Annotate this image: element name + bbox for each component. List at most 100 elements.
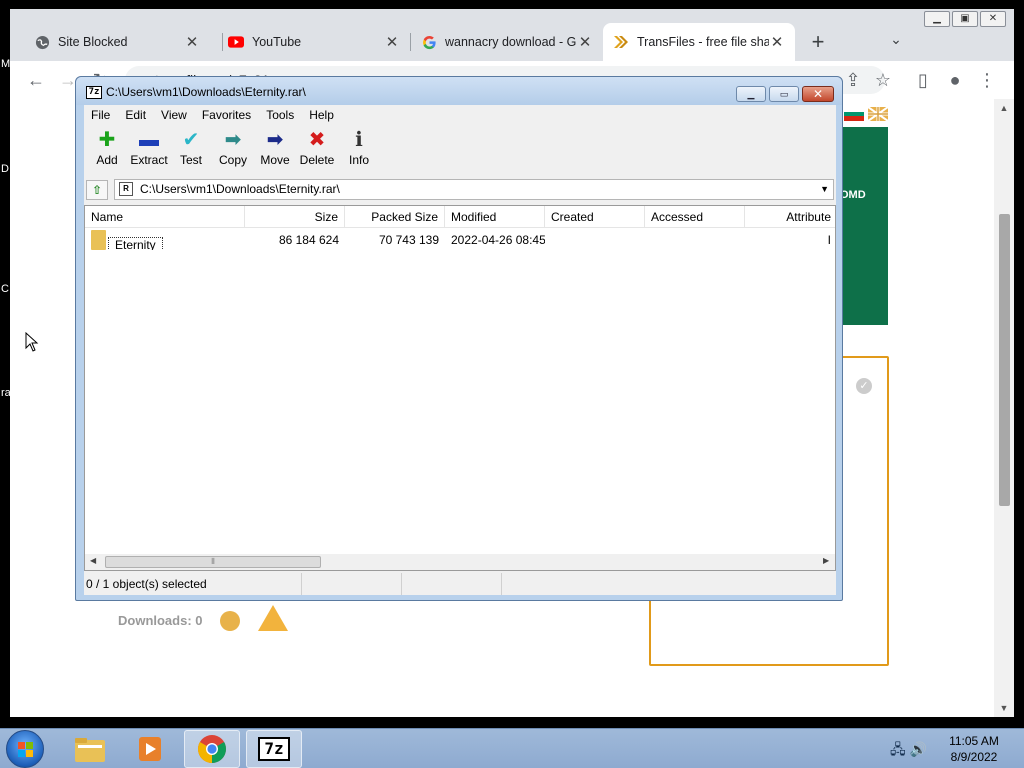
clock-date: 8/9/2022: [950, 750, 998, 764]
sevenzip-body: File Edit View Favorites Tools Help ✚ Ad…: [84, 105, 836, 595]
share-icon[interactable]: ⇪: [842, 69, 864, 91]
close-button[interactable]: ✕: [802, 86, 834, 102]
add-icon: ✚: [98, 129, 116, 151]
check-circle-icon: ✓: [856, 378, 872, 394]
maximize-button[interactable]: ▭: [769, 86, 799, 102]
path-combobox[interactable]: R C:\Users\vm1\Downloads\Eternity.rar\ ▼: [114, 179, 834, 200]
tab-close-icon[interactable]: ✕: [577, 33, 593, 51]
page-scrollbar[interactable]: ▲ ▼: [994, 99, 1014, 717]
add-button[interactable]: ✚ Add: [86, 127, 128, 175]
sevenzip-taskbar-icon: 7z: [258, 737, 290, 761]
copy-button[interactable]: ➡ Copy: [212, 127, 254, 175]
sevenzip-titlebar[interactable]: 7z C:\Users\vm1\Downloads\Eternity.rar\ …: [76, 77, 842, 105]
close-button[interactable]: ✕: [980, 11, 1006, 27]
profile-avatar-icon[interactable]: ●: [944, 69, 966, 91]
uk-flag-icon[interactable]: [868, 107, 888, 121]
tab-search-chevron-icon[interactable]: ⌄: [886, 31, 906, 51]
minimize-button[interactable]: ▁: [924, 11, 950, 27]
new-tab-button[interactable]: +: [806, 31, 830, 55]
taskbar-media-player[interactable]: [122, 730, 178, 768]
taskbar-7zip[interactable]: 7z: [246, 730, 302, 768]
scroll-right-arrow-icon[interactable]: ▶: [823, 556, 829, 565]
column-name[interactable]: Name: [85, 206, 245, 228]
taskbar-explorer[interactable]: [62, 730, 118, 768]
menu-edit[interactable]: Edit: [118, 105, 154, 125]
test-icon: ✔: [182, 129, 200, 151]
status-selection: 0 / 1 object(s) selected: [84, 573, 302, 595]
column-created[interactable]: Created: [545, 206, 645, 228]
clock-time: 11:05 AM: [949, 734, 999, 748]
language-flags: [844, 107, 888, 121]
status-bar: 0 / 1 object(s) selected: [84, 573, 836, 595]
minimize-button[interactable]: ▁: [736, 86, 766, 102]
folder-icon: [75, 738, 105, 762]
table-row[interactable]: Eternity 86 184 624 70 743 139 2022-04-2…: [85, 230, 835, 250]
system-tray: 🖧 🔊: [890, 739, 927, 763]
windows-logo-icon: [18, 742, 33, 757]
test-button[interactable]: ✔ Test: [170, 127, 212, 175]
menu-file[interactable]: File: [84, 105, 118, 125]
menu-help[interactable]: Help: [302, 105, 342, 125]
scroll-down-arrow-icon[interactable]: ▼: [999, 703, 1009, 713]
column-accessed[interactable]: Accessed: [645, 206, 745, 228]
taskbar-chrome[interactable]: [184, 730, 240, 768]
scroll-thumb[interactable]: [999, 214, 1010, 506]
scroll-left-arrow-icon[interactable]: ◀: [90, 556, 96, 565]
row-modified: 2022-04-26 08:45: [451, 233, 545, 247]
tab-title: TransFiles - free file shar: [637, 35, 769, 49]
extract-button[interactable]: ▬ Extract: [128, 127, 170, 175]
browser-window-controls: ▁ ▣ ✕: [924, 11, 1006, 27]
extract-icon: ▬: [139, 129, 159, 151]
tab-close-icon[interactable]: ✕: [384, 33, 400, 51]
mouse-cursor-icon: [25, 332, 39, 352]
bookmark-star-icon[interactable]: ☆: [872, 69, 894, 91]
tab-close-icon[interactable]: ✕: [769, 33, 785, 51]
start-button[interactable]: [6, 730, 44, 768]
row-attributes: I: [827, 233, 831, 247]
desktop-edge-text: C: [1, 283, 9, 295]
tab-close-icon[interactable]: ✕: [184, 33, 200, 51]
info-icon: ℹ: [355, 129, 363, 151]
chrome-icon: [198, 735, 226, 763]
test-label: Test: [179, 153, 202, 167]
tab-youtube[interactable]: YouTube ✕: [218, 23, 410, 61]
menu-kebab-icon[interactable]: ⋮: [976, 69, 998, 91]
copy-icon: ➡: [224, 129, 242, 151]
column-packed-size[interactable]: Packed Size: [345, 206, 445, 228]
tab-transfiles[interactable]: TransFiles - free file shar ✕: [603, 23, 795, 61]
info-button[interactable]: ℹ Info: [338, 127, 380, 175]
column-attributes[interactable]: Attribute: [745, 206, 835, 228]
network-icon[interactable]: 🖧: [890, 741, 906, 757]
info-label: Info: [348, 153, 369, 167]
row-name: Eternity: [108, 237, 163, 250]
tab-strip: Site Blocked ✕ YouTube ✕ wannacry downlo…: [10, 9, 1014, 61]
move-button[interactable]: ➡ Move: [254, 127, 296, 175]
menu-favorites[interactable]: Favorites: [195, 105, 259, 125]
chevron-down-icon[interactable]: ▼: [820, 180, 829, 199]
column-size[interactable]: Size: [245, 206, 345, 228]
desktop-edge-text: M: [1, 58, 11, 70]
move-label: Move: [260, 153, 290, 167]
qr-code-icon[interactable]: [220, 611, 240, 631]
column-modified[interactable]: Modified: [445, 206, 545, 228]
maximize-button[interactable]: ▣: [952, 11, 978, 27]
up-folder-button[interactable]: ⇧: [86, 180, 108, 200]
delete-button[interactable]: ✖ Delete: [296, 127, 338, 175]
warning-triangle-icon[interactable]: [258, 605, 288, 631]
menu-tools[interactable]: Tools: [259, 105, 302, 125]
menu-view[interactable]: View: [154, 105, 195, 125]
taskbar-clock[interactable]: 11:05 AM 8/9/2022: [936, 733, 1012, 765]
scroll-up-arrow-icon[interactable]: ▲: [999, 103, 1009, 113]
side-panel-icon[interactable]: ▯: [912, 69, 934, 91]
tab-wannacry-search[interactable]: wannacry download - G ✕: [411, 23, 603, 61]
bulgaria-flag-icon[interactable]: [844, 107, 864, 121]
volume-icon[interactable]: 🔊: [910, 741, 927, 757]
move-icon: ➡: [266, 129, 284, 151]
horizontal-scrollbar[interactable]: ◀ ⦀ ▶: [85, 554, 835, 570]
horizontal-scroll-thumb[interactable]: ⦀: [105, 556, 321, 568]
extract-label: Extract: [130, 153, 168, 167]
google-icon: [421, 34, 437, 50]
back-arrow-icon[interactable]: ←: [25, 69, 47, 91]
path-bar: ⇧ R C:\Users\vm1\Downloads\Eternity.rar\…: [84, 177, 836, 201]
tab-site-blocked[interactable]: Site Blocked ✕: [24, 23, 210, 61]
